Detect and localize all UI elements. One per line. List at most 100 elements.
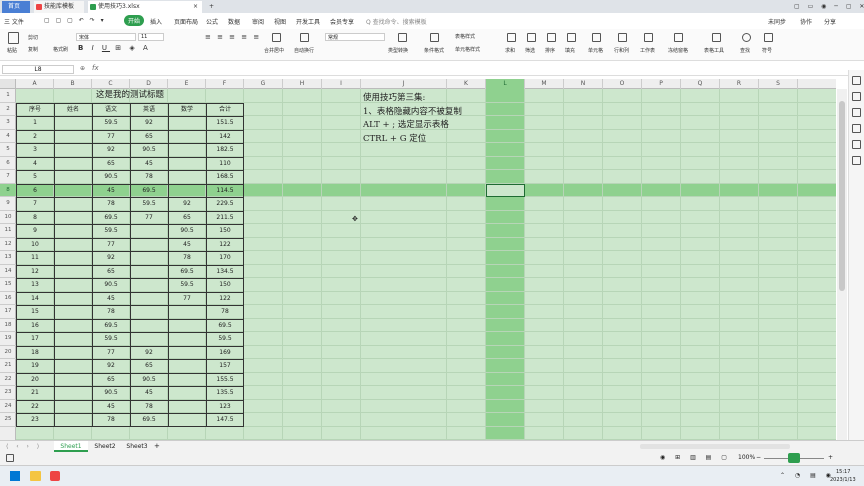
macro-icon[interactable] (6, 454, 14, 462)
data-cell[interactable]: 168.5 (206, 170, 244, 184)
collab-button[interactable]: 协作 (800, 17, 812, 26)
zoom-lens-icon[interactable]: ⊕ (80, 65, 85, 72)
menu-item-0[interactable]: 插入 (150, 17, 162, 26)
row-header-12[interactable]: 12 (0, 238, 16, 251)
row-header-13[interactable]: 13 (0, 251, 16, 265)
data-cell[interactable]: 5 (16, 170, 54, 184)
data-cell[interactable]: 69.5 (92, 211, 130, 225)
data-cell[interactable]: 78 (92, 197, 130, 211)
row-header-20[interactable]: 20 (0, 346, 16, 359)
row-header-25[interactable]: 25 (0, 413, 16, 427)
data-cell[interactable]: 45 (130, 157, 168, 171)
data-cell[interactable]: 11 (16, 251, 54, 265)
workbook-tab[interactable]: 使用技巧3.xlsx × (88, 1, 202, 13)
column-header-E[interactable]: E (168, 79, 206, 89)
column-header-B[interactable]: B (54, 79, 92, 89)
data-cell[interactable]: 135.5 (206, 386, 244, 400)
data-cell[interactable]: 16 (16, 319, 54, 333)
select-all-corner[interactable] (0, 79, 16, 89)
data-cell[interactable]: 4 (16, 157, 54, 171)
column-title-0[interactable]: 序号 (16, 103, 54, 117)
home-tab[interactable]: 首页 (2, 1, 30, 13)
file-menu[interactable]: 三 文件 (4, 17, 24, 26)
add-sheet-button[interactable]: + (154, 442, 160, 450)
column-header-C[interactable]: C (92, 79, 130, 89)
sheet-tab-2[interactable]: Sheet2 (88, 441, 122, 452)
sort-button[interactable]: 排序 (545, 47, 555, 54)
font-style-buttons[interactable]: B I U ⊞ ◈ A (78, 44, 151, 52)
column-header-H[interactable]: H (283, 79, 322, 89)
find-button[interactable]: 查找 (740, 47, 750, 54)
data-cell[interactable]: 45 (130, 386, 168, 400)
data-cell[interactable]: 59.5 (92, 116, 130, 130)
column-header-K[interactable]: K (447, 79, 486, 89)
data-cell[interactable]: 122 (206, 238, 244, 252)
row-header-23[interactable]: 23 (0, 386, 16, 400)
sheet-button[interactable]: 工作表 (640, 47, 655, 54)
data-cell[interactable]: 45 (168, 238, 206, 252)
data-cell[interactable]: 147.5 (206, 413, 244, 427)
cond-format-icon[interactable] (430, 33, 439, 42)
data-cell[interactable]: 92 (92, 359, 130, 373)
column-header-P[interactable]: P (642, 79, 681, 89)
data-cell[interactable]: 78 (168, 251, 206, 265)
row-header-16[interactable]: 16 (0, 292, 16, 305)
data-cell[interactable]: 211.5 (206, 211, 244, 225)
cell-style-button[interactable]: 单元格样式 (455, 46, 480, 53)
row-header-8[interactable]: 8 (0, 183, 16, 197)
data-cell[interactable]: 19 (16, 359, 54, 373)
data-cell[interactable]: 45 (92, 292, 130, 306)
data-cell[interactable]: 114.5 (206, 184, 244, 198)
zoom-out-button[interactable]: − (756, 454, 761, 461)
fill-button[interactable]: 填充 (565, 47, 575, 54)
column-header-D[interactable]: D (130, 79, 168, 89)
data-cell[interactable]: 78 (206, 305, 244, 319)
data-cell[interactable]: 134.5 (206, 265, 244, 279)
column-header-J[interactable]: J (361, 79, 447, 89)
row-header-1[interactable]: 1 (0, 89, 16, 103)
filter-button[interactable]: 筛选 (525, 47, 535, 54)
note-line-2[interactable]: ALT + ; 选定显示表格 (363, 118, 449, 130)
copy-button[interactable]: 复制 (28, 46, 38, 53)
data-cell[interactable]: 77 (92, 130, 130, 144)
wrap-text-button[interactable]: 自动换行 (294, 47, 314, 54)
font-size-select[interactable]: 11 (138, 33, 164, 41)
paste-icon[interactable] (8, 32, 19, 44)
symbol-icon[interactable] (764, 33, 773, 42)
cell-icon[interactable] (592, 33, 601, 42)
column-header-O[interactable]: O (603, 79, 642, 89)
rowcol-icon[interactable] (618, 33, 627, 42)
freeze-icon[interactable] (674, 33, 683, 42)
sheet-tab-1[interactable]: Sheet1 (54, 441, 88, 452)
row-header-7[interactable]: 7 (0, 170, 16, 184)
data-cell[interactable]: 90.5 (92, 278, 130, 292)
symbol-button[interactable]: 符号 (762, 47, 772, 54)
column-title-2[interactable]: 语文 (92, 103, 130, 117)
menu-item-4[interactable]: 审阅 (252, 17, 264, 26)
data-cell[interactable]: 7 (16, 197, 54, 211)
sync-status[interactable]: 未同步 (768, 17, 786, 26)
data-cell[interactable]: 69.5 (168, 265, 206, 279)
data-cell[interactable]: 65 (92, 373, 130, 387)
formula-input[interactable] (110, 65, 850, 74)
row-header-21[interactable]: 21 (0, 359, 16, 373)
data-cell[interactable]: 77 (92, 346, 130, 360)
data-cell[interactable]: 90.5 (130, 373, 168, 387)
data-cell[interactable]: 78 (130, 170, 168, 184)
row-header-17[interactable]: 17 (0, 305, 16, 319)
table-tools-button[interactable]: 表格工具 (704, 47, 724, 54)
sheet-tab-3[interactable]: Sheet3 (122, 441, 152, 452)
column-header-A[interactable]: A (16, 79, 54, 89)
sum-icon[interactable] (507, 33, 516, 42)
type-convert-icon[interactable] (398, 33, 407, 42)
data-cell[interactable]: 65 (92, 265, 130, 279)
template-tab[interactable]: 技能库模板 (34, 1, 84, 13)
data-cell[interactable]: 13 (16, 278, 54, 292)
data-cell[interactable]: 59.5 (92, 332, 130, 346)
data-cell[interactable]: 92 (130, 116, 168, 130)
data-cell[interactable]: 150 (206, 224, 244, 238)
data-cell[interactable]: 22 (16, 400, 54, 414)
data-cell[interactable]: 90.5 (92, 386, 130, 400)
number-format-select[interactable]: 常规 (325, 33, 385, 41)
active-cell-L8[interactable] (486, 183, 525, 197)
